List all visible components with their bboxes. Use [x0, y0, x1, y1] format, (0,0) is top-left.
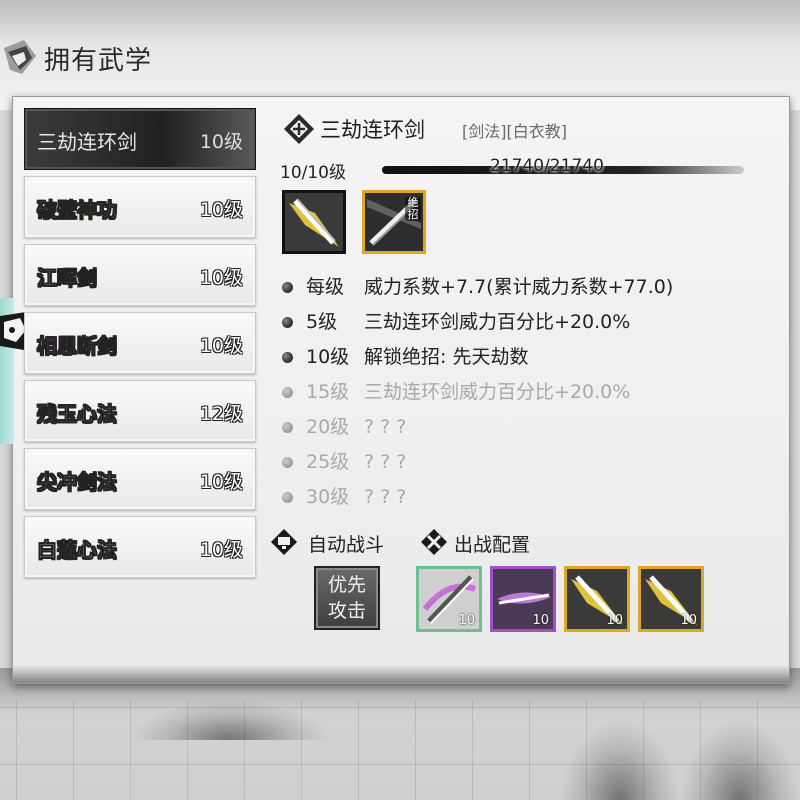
- battle-config-label: 出战配置: [454, 534, 531, 556]
- bullet-icon: [282, 317, 293, 328]
- bullet-icon: [282, 492, 293, 503]
- skill-level-progress: 10/10级: [280, 163, 346, 183]
- effect-row: 15级 三劫连环剑威力百分比+20.0%: [282, 375, 673, 410]
- skill-item[interactable]: 江晖剑 10级: [24, 244, 256, 306]
- slot-level: 10: [680, 613, 697, 628]
- effects-list: 每级 威力系数+7.7(累计威力系数+77.0) 5级 三劫连环剑威力百分比+2…: [282, 270, 673, 515]
- panel-ink-edge: [13, 665, 789, 683]
- bullet-icon: [282, 282, 293, 293]
- skill-name: 残玉心法: [37, 402, 118, 427]
- ultimate-badge: 绝招: [405, 197, 421, 221]
- effect-level: 5级: [306, 311, 338, 333]
- skill-name: 尖冲剑法: [37, 470, 118, 495]
- skill-level: 10级: [199, 539, 243, 561]
- priority-line-1: 优先: [327, 574, 366, 596]
- selected-skill-name: 三劫连环剑: [320, 118, 425, 142]
- skill-name: 三劫连环剑: [37, 130, 137, 154]
- ink-brush-icon: [4, 40, 36, 74]
- skill-item[interactable]: 三劫连环剑 10级: [24, 108, 256, 170]
- ultimate-move-slot[interactable]: 绝招: [362, 190, 426, 254]
- selected-skill-tags: [剑法][白衣教]: [462, 122, 567, 141]
- skill-list: 三劫连环剑 10级 破壁神功 10级 江晖剑 10级 相思断剑 10级 残玉心法…: [24, 108, 260, 584]
- priority-line-2: 攻击: [327, 600, 366, 622]
- skill-name: 破壁神功: [37, 198, 118, 223]
- battle-skill-slot[interactable]: 10: [416, 566, 482, 632]
- auto-battle-label: 自动战斗: [308, 534, 385, 556]
- effect-row: 每级 威力系数+7.7(累计威力系数+77.0): [282, 270, 673, 305]
- slot-level: 10: [532, 613, 549, 628]
- effect-level: 10级: [306, 346, 350, 368]
- skill-level: 10级: [199, 471, 243, 493]
- skill-name: 相思断剑: [37, 334, 118, 359]
- effect-level: 25级: [306, 451, 350, 473]
- effect-row: 30级 ? ? ?: [282, 480, 673, 515]
- scene-ink-grass: [680, 720, 800, 800]
- slot-level: 10: [458, 613, 475, 628]
- battle-skill-slot[interactable]: 10: [638, 566, 704, 632]
- skill-name: 江晖剑: [37, 266, 98, 291]
- skill-item[interactable]: 残玉心法 12级: [24, 380, 256, 442]
- effect-row: 10级 解锁绝招: 先天劫数: [282, 340, 673, 375]
- skill-item[interactable]: 相思断剑 10级: [24, 312, 256, 374]
- sword-art-diamond-icon: [284, 114, 314, 144]
- effect-text: 三劫连环剑威力百分比+20.0%: [364, 381, 631, 403]
- slot-level: 10: [606, 613, 623, 628]
- skill-level: 10级: [199, 267, 243, 289]
- skill-item[interactable]: 尖冲剑法 10级: [24, 448, 256, 510]
- monitor-diamond-icon: [271, 529, 297, 555]
- skill-level: 12级: [199, 403, 243, 425]
- bullet-icon: [282, 352, 293, 363]
- scene-ink-bush: [560, 720, 680, 800]
- effect-text: 解锁绝招: 先天劫数: [364, 346, 529, 368]
- crossed-swords-icon: [421, 529, 447, 555]
- skill-level: 10级: [199, 199, 243, 221]
- skill-item[interactable]: 破壁神功 10级: [24, 176, 256, 238]
- effect-text: ? ? ?: [364, 451, 407, 473]
- effect-text: ? ? ?: [364, 486, 407, 508]
- effect-level: 20级: [306, 416, 350, 438]
- bullet-icon: [282, 387, 293, 398]
- skill-move-slot[interactable]: [282, 190, 346, 254]
- effect-row: 5级 三劫连环剑威力百分比+20.0%: [282, 305, 673, 340]
- sword-slash-icon: [285, 193, 343, 251]
- skill-level: 10级: [199, 131, 243, 153]
- effect-text: 三劫连环剑威力百分比+20.0%: [364, 311, 631, 333]
- page-title: 拥有武学: [44, 46, 153, 76]
- effect-level: 15级: [306, 381, 350, 403]
- effect-row: 20级 ? ? ?: [282, 410, 673, 445]
- experience-value: 21740/21740: [490, 156, 604, 176]
- effect-text: 威力系数+7.7(累计威力系数+77.0): [364, 276, 674, 298]
- priority-attack-button[interactable]: 优先 攻击: [314, 566, 380, 630]
- skill-item[interactable]: 白莲心法 10级: [24, 516, 256, 578]
- bullet-icon: [282, 457, 293, 468]
- effect-level: 每级: [306, 276, 345, 298]
- effect-row: 25级 ? ? ?: [282, 445, 673, 480]
- skill-name: 白莲心法: [37, 538, 118, 563]
- skill-level: 10级: [199, 335, 243, 357]
- scene-ink-smudge: [130, 700, 330, 740]
- effect-text: ? ? ?: [364, 416, 407, 438]
- bullet-icon: [282, 422, 293, 433]
- battle-skill-slot[interactable]: 10: [490, 566, 556, 632]
- effect-level: 30级: [306, 486, 350, 508]
- battle-skill-slot[interactable]: 10: [564, 566, 630, 632]
